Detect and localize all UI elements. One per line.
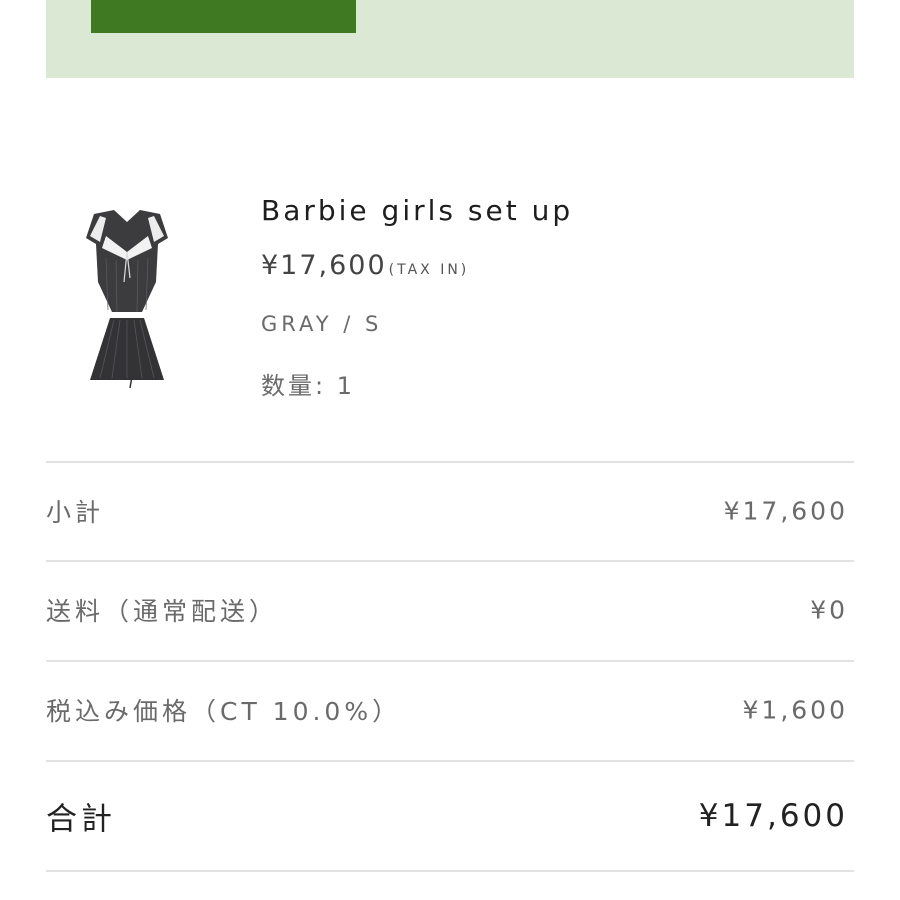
shipping-row: 送料（通常配送） ¥0 <box>46 561 854 659</box>
cart-item: Barbie girls set up ¥17,600 (TAX IN) GRAY… <box>46 170 854 430</box>
product-name[interactable]: Barbie girls set up <box>261 194 573 227</box>
divider <box>46 870 854 872</box>
subtotal-row: 小計 ¥17,600 <box>46 462 854 560</box>
product-quantity: 数量: 1 <box>261 372 355 400</box>
product-price-value: ¥17,600 <box>261 250 387 281</box>
total-row: 合計 ¥17,600 <box>46 762 854 870</box>
shipping-value: ¥0 <box>810 595 848 625</box>
tax-row: 税込み価格（CT 10.0%） ¥1,600 <box>46 661 854 759</box>
tax-label: 税込み価格（CT 10.0%） <box>46 697 402 726</box>
product-variant: GRAY / S <box>261 312 383 336</box>
tax-value: ¥1,600 <box>742 695 848 725</box>
total-label: 合計 <box>46 801 116 838</box>
total-value: ¥17,600 <box>698 798 848 834</box>
subtotal-label: 小計 <box>46 498 105 527</box>
promo-banner <box>46 0 854 78</box>
product-image[interactable] <box>72 208 182 390</box>
product-price: ¥17,600 (TAX IN) <box>261 250 469 281</box>
shipping-label: 送料（通常配送） <box>46 597 279 626</box>
subtotal-value: ¥17,600 <box>723 496 848 526</box>
banner-action-button[interactable] <box>91 0 356 33</box>
tax-included-note: (TAX IN) <box>388 262 470 278</box>
